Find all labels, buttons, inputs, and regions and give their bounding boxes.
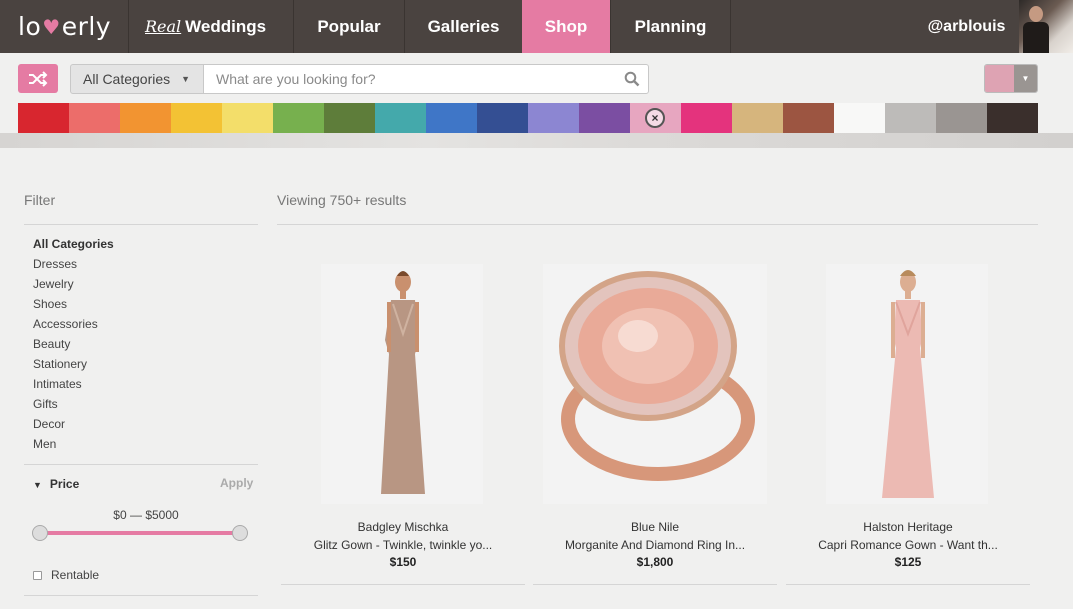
search-box <box>203 64 649 94</box>
category-item[interactable]: All Categories <box>33 236 114 256</box>
user-handle[interactable]: @arblouis <box>914 0 1019 53</box>
color-swatch[interactable] <box>273 103 324 133</box>
product-price: $150 <box>389 555 417 569</box>
color-swatch[interactable] <box>528 103 579 133</box>
product-brand: Halston Heritage <box>863 520 953 534</box>
product-price: $125 <box>894 555 922 569</box>
category-item[interactable]: Men <box>33 436 114 456</box>
color-swatch[interactable] <box>834 103 885 133</box>
category-select-value: All Categories <box>83 71 171 87</box>
chevron-down-icon: ▼ <box>1014 65 1037 92</box>
category-item[interactable]: Beauty <box>33 336 114 356</box>
category-select[interactable]: All Categories ▼ <box>70 64 204 94</box>
color-swatch[interactable] <box>120 103 171 133</box>
category-item[interactable]: Shoes <box>33 296 114 316</box>
product-image-ring[interactable] <box>543 264 767 504</box>
price-toggle[interactable]: ▼ Price <box>33 477 79 491</box>
divider <box>533 584 777 585</box>
color-swatch[interactable] <box>69 103 120 133</box>
nav-planning[interactable]: Planning <box>610 0 730 53</box>
color-filter-strip: × <box>18 103 1038 133</box>
color-swatch[interactable] <box>783 103 834 133</box>
product-image-dress-sequin[interactable] <box>321 264 483 504</box>
category-item[interactable]: Decor <box>33 416 114 436</box>
color-swatch[interactable] <box>936 103 987 133</box>
product-name[interactable]: Morganite And Diamond Ring In... <box>533 538 777 552</box>
rentable-checkbox[interactable]: Rentable <box>33 568 99 582</box>
category-item[interactable]: Jewelry <box>33 276 114 296</box>
nav-spacer <box>730 0 914 53</box>
search-input[interactable] <box>204 71 614 87</box>
color-swatch[interactable] <box>732 103 783 133</box>
product-card[interactable]: Badgley Mischka Glitz Gown - Twinkle, tw… <box>281 262 525 585</box>
nav-shop[interactable]: Shop <box>522 0 610 53</box>
product-card[interactable]: Blue Nile Morganite And Diamond Ring In.… <box>533 262 777 585</box>
logo-text-end: erly <box>61 12 112 41</box>
chevron-down-icon: ▼ <box>181 74 191 84</box>
color-swatch[interactable] <box>324 103 375 133</box>
dress-image <box>826 264 988 504</box>
checkbox-icon <box>33 570 42 580</box>
category-item[interactable]: Intimates <box>33 376 114 396</box>
color-swatch[interactable] <box>885 103 936 133</box>
color-picker-dropdown[interactable]: ▼ <box>984 64 1038 93</box>
divider <box>24 224 258 225</box>
color-swatch[interactable] <box>375 103 426 133</box>
results-count: Viewing 750+ results <box>277 192 407 208</box>
category-item[interactable]: Gifts <box>33 396 114 416</box>
shuffle-icon <box>29 70 48 87</box>
dress-image <box>321 264 483 504</box>
apply-button[interactable]: Apply <box>220 476 253 490</box>
product-brand: Badgley Mischka <box>357 520 449 534</box>
product-name[interactable]: Capri Romance Gown - Want th... <box>786 538 1030 552</box>
category-list: All Categories Dresses Jewelry Shoes Accesso… <box>33 236 114 456</box>
divider <box>24 464 258 465</box>
filter-title: Filter <box>24 192 56 208</box>
color-swatch[interactable] <box>222 103 273 133</box>
shuffle-button[interactable] <box>18 64 58 93</box>
category-item[interactable]: Accessories <box>33 316 114 336</box>
real-script: Real <box>145 17 182 36</box>
close-icon[interactable]: × <box>645 108 665 128</box>
divider <box>786 584 1030 585</box>
color-swatch[interactable]: × <box>630 103 681 133</box>
search-icon[interactable] <box>624 71 640 87</box>
product-card[interactable]: Halston Heritage Capri Romance Gown - Wa… <box>786 262 1030 585</box>
price-range-label: $0 — $5000 <box>113 508 179 522</box>
category-item[interactable]: Dresses <box>33 256 114 276</box>
nav-real-weddings[interactable]: Real Weddings <box>128 0 293 53</box>
selected-color-swatch <box>985 65 1014 92</box>
divider <box>281 584 525 585</box>
logo-text-start: lo <box>18 12 42 41</box>
heart-icon: ♥ <box>42 14 61 39</box>
triangle-down-icon: ▼ <box>33 480 42 490</box>
price-label: Price <box>49 477 80 491</box>
color-swatch[interactable] <box>426 103 477 133</box>
divider <box>277 224 1038 225</box>
color-swatch[interactable] <box>579 103 630 133</box>
hero-band <box>0 133 1073 148</box>
price-slider-track[interactable] <box>40 531 241 535</box>
lovely-logo[interactable]: lo ♥ erly <box>0 0 128 53</box>
divider <box>24 595 258 596</box>
avatar[interactable] <box>1019 0 1073 53</box>
nav-popular[interactable]: Popular <box>293 0 404 53</box>
ring-image <box>543 264 767 504</box>
nav-galleries[interactable]: Galleries <box>404 0 522 53</box>
category-item[interactable]: Stationery <box>33 356 114 376</box>
color-swatch[interactable] <box>477 103 528 133</box>
color-swatch[interactable] <box>681 103 732 133</box>
color-swatch[interactable] <box>171 103 222 133</box>
color-swatch[interactable] <box>18 103 69 133</box>
price-slider-min-handle[interactable] <box>32 525 48 541</box>
top-nav: lo ♥ erly Real Weddings Popular Galleries … <box>0 0 1073 53</box>
product-brand: Blue Nile <box>630 520 680 534</box>
product-image-dress-pink[interactable] <box>826 264 988 504</box>
product-price: $1,800 <box>636 555 674 569</box>
rentable-label: Rentable <box>51 568 100 582</box>
color-swatch[interactable] <box>987 103 1038 133</box>
nav-real-weddings-label: Weddings <box>185 16 267 36</box>
product-name[interactable]: Glitz Gown - Twinkle, twinkle yo... <box>281 538 525 552</box>
price-slider-max-handle[interactable] <box>232 525 248 541</box>
